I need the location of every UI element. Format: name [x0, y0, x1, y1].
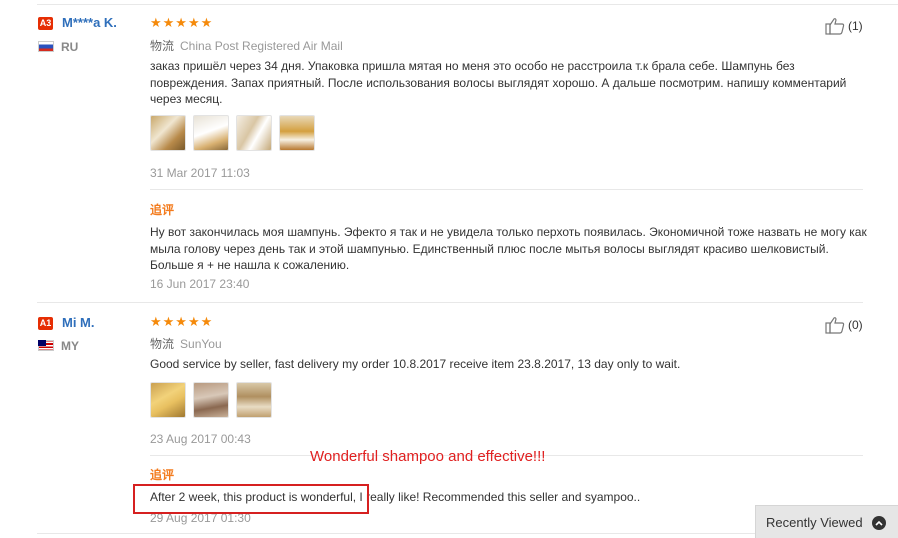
- additional-review-label: 追评: [150, 203, 175, 217]
- review-text: заказ пришёл через 34 дня. Упаковка приш…: [150, 59, 847, 106]
- reviewer-country: MY: [61, 339, 79, 353]
- thumbs-up-icon: [825, 18, 845, 35]
- shipping-method: SunYou: [180, 337, 222, 351]
- helpful-count: (1): [848, 19, 863, 33]
- shipping-method: China Post Registered Air Mail: [180, 39, 343, 53]
- shipping-info: 物流 China Post Registered Air Mail: [150, 37, 343, 54]
- review-date: 23 Aug 2017 00:43: [150, 432, 251, 446]
- country-flag-icon: [38, 41, 54, 52]
- review-photo-thumbnail[interactable]: [279, 115, 315, 151]
- user-level-badge: A3: [38, 17, 53, 30]
- recently-viewed-button[interactable]: Recently Viewed: [755, 505, 898, 538]
- review-photo-thumbnail[interactable]: [236, 115, 272, 151]
- recently-viewed-label: Recently Viewed: [766, 514, 863, 530]
- additional-divider: [150, 189, 863, 190]
- helpful-button[interactable]: (0): [825, 316, 863, 334]
- review-photo-thumbnail[interactable]: [193, 382, 229, 418]
- additional-review-text: Ну вот закончилась моя шампунь. Эфекто я…: [150, 225, 867, 272]
- review-date: 31 Mar 2017 11:03: [150, 166, 250, 180]
- reviewer-name[interactable]: Mi M.: [62, 315, 95, 330]
- thumbs-up-icon: [825, 317, 845, 334]
- bottom-divider: [37, 533, 755, 534]
- additional-review-date: 16 Jun 2017 23:40: [150, 277, 250, 291]
- review-photo-thumbnail[interactable]: [193, 115, 229, 151]
- review-photo-thumbnail[interactable]: [150, 382, 186, 418]
- chevron-up-icon: [872, 516, 886, 530]
- review-divider: [37, 302, 863, 303]
- additional-review-label: 追评: [150, 468, 175, 482]
- helpful-button[interactable]: (1): [825, 17, 863, 35]
- review-text: Good service by seller, fast delivery my…: [150, 357, 681, 371]
- reviewer-country: RU: [61, 40, 79, 54]
- rating-stars: ★★★★★: [150, 314, 214, 329]
- user-level-badge: A1: [38, 317, 53, 330]
- review-photo-thumbnail[interactable]: [236, 382, 272, 418]
- shipping-label: 物流: [150, 337, 175, 351]
- rating-stars: ★★★★★: [150, 15, 214, 30]
- highlight-box: [133, 484, 369, 514]
- top-divider: [37, 4, 898, 5]
- shipping-info: 物流 SunYou: [150, 335, 222, 352]
- reviewer-name[interactable]: M****a K.: [62, 15, 117, 30]
- annotation-note: Wonderful shampoo and effective!!!: [310, 448, 546, 465]
- shipping-label: 物流: [150, 39, 175, 53]
- helpful-count: (0): [848, 318, 863, 332]
- country-flag-icon: [38, 340, 54, 351]
- review-photo-thumbnail[interactable]: [150, 115, 186, 151]
